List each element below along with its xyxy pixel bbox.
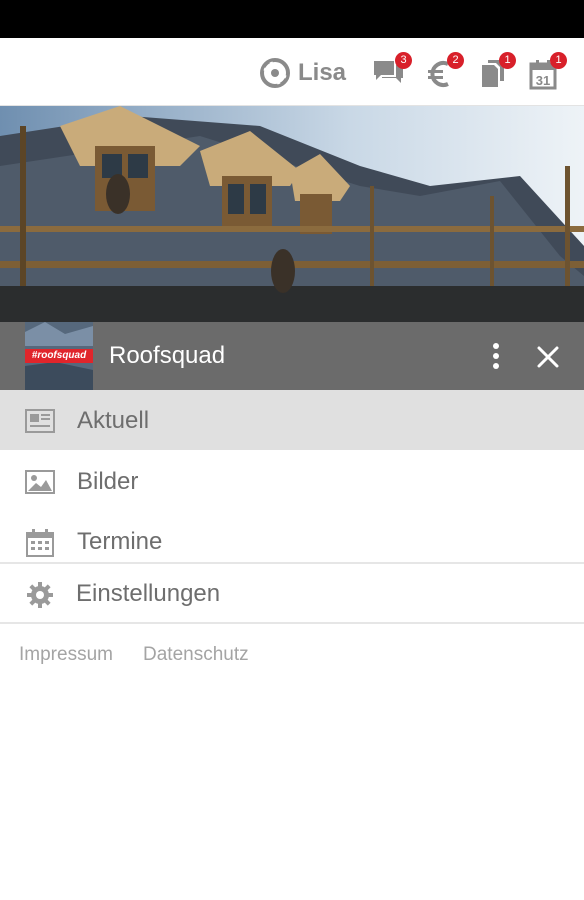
- group-header: #roofsquad Roofsquad: [0, 322, 584, 390]
- user-name: Lisa: [298, 59, 347, 86]
- datenschutz-link[interactable]: Datenschutz: [143, 644, 249, 666]
- group-avatar[interactable]: #roofsquad: [25, 322, 93, 390]
- close-icon[interactable]: [535, 344, 561, 370]
- image-icon: [25, 470, 55, 494]
- messages-badge: 3: [395, 52, 412, 69]
- calendar-button[interactable]: 31 1: [527, 52, 567, 90]
- nav-item-termine[interactable]: Termine: [0, 510, 584, 570]
- svg-text:31: 31: [536, 73, 550, 88]
- nav-item-einstellungen[interactable]: Einstellungen: [0, 564, 584, 624]
- nav-label-aktuell: Aktuell: [77, 407, 150, 434]
- nav-item-aktuell[interactable]: Aktuell: [0, 390, 584, 450]
- status-bar: [0, 0, 584, 38]
- footer-divider: [0, 622, 584, 624]
- group-avatar-tag: #roofsquad: [25, 349, 93, 363]
- top-bar: Lisa 3 2 1 31 1: [0, 38, 584, 106]
- club-logo-icon: [260, 58, 290, 88]
- group-name: Roofsquad: [109, 342, 226, 369]
- nav-label-bilder: Bilder: [77, 468, 139, 495]
- payments-button[interactable]: 2: [424, 52, 464, 90]
- calendar-icon: [26, 529, 54, 557]
- gear-icon: [27, 582, 53, 608]
- group-cover-photo: [0, 106, 584, 322]
- nav-item-bilder[interactable]: Bilder: [0, 450, 584, 510]
- user-profile[interactable]: Lisa: [260, 56, 346, 90]
- news-icon: [25, 409, 55, 433]
- documents-button[interactable]: 1: [476, 52, 516, 90]
- payments-badge: 2: [447, 52, 464, 69]
- impressum-link[interactable]: Impressum: [19, 644, 113, 666]
- messages-button[interactable]: 3: [372, 52, 412, 90]
- calendar-badge: 1: [550, 52, 567, 69]
- nav-label-einstellungen: Einstellungen: [76, 580, 221, 607]
- documents-badge: 1: [499, 52, 516, 69]
- nav-label-termine: Termine: [77, 528, 163, 555]
- more-vert-icon[interactable]: [484, 340, 508, 372]
